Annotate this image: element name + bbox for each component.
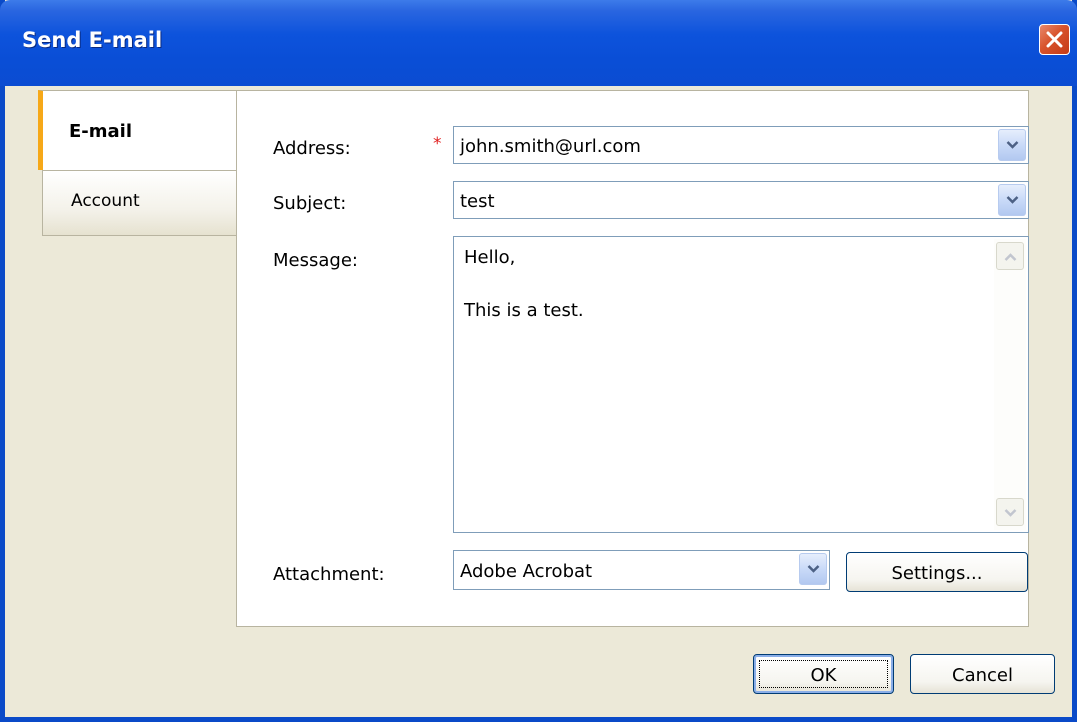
scroll-down-button[interactable] xyxy=(996,498,1024,526)
tab-email[interactable]: E-mail xyxy=(38,90,237,170)
address-label: Address: xyxy=(273,138,351,159)
tab-email-label: E-mail xyxy=(69,121,133,142)
settings-button[interactable]: Settings... xyxy=(846,552,1028,592)
scroll-up-arrow-icon xyxy=(1004,253,1017,261)
message-line: This is a test. xyxy=(464,300,584,321)
cancel-button[interactable]: Cancel xyxy=(910,654,1055,694)
message-label: Message: xyxy=(273,250,358,271)
subject-input[interactable]: test xyxy=(460,191,495,212)
tab-account-label: Account xyxy=(71,191,140,211)
chevron-down-icon xyxy=(807,565,820,573)
address-input[interactable]: john.smith@url.com xyxy=(460,136,641,157)
message-textarea[interactable]: Hello, This is a test. xyxy=(453,236,1029,533)
address-combobox[interactable]: john.smith@url.com xyxy=(453,126,1029,164)
message-line: Hello, xyxy=(464,247,516,268)
cancel-button-label: Cancel xyxy=(952,665,1013,686)
chevron-down-icon xyxy=(1006,196,1019,204)
address-dropdown-button[interactable] xyxy=(998,129,1026,161)
attachment-select[interactable]: Adobe Acrobat xyxy=(453,550,830,590)
title-bar[interactable]: Send E-mail xyxy=(0,0,1077,86)
required-marker: * xyxy=(433,134,442,154)
ok-button[interactable]: OK xyxy=(753,654,894,694)
attachment-dropdown-button[interactable] xyxy=(799,553,827,585)
subject-combobox[interactable]: test xyxy=(453,181,1029,219)
scroll-up-button[interactable] xyxy=(996,242,1024,270)
scroll-down-arrow-icon xyxy=(1004,509,1017,517)
close-button[interactable] xyxy=(1039,24,1070,55)
chevron-down-icon xyxy=(1006,141,1019,149)
settings-button-label: Settings... xyxy=(891,563,983,584)
attachment-value: Adobe Acrobat xyxy=(460,561,593,582)
subject-label: Subject: xyxy=(273,193,347,214)
tab-account[interactable]: Account xyxy=(42,170,237,236)
attachment-label: Attachment: xyxy=(273,564,385,585)
ok-button-label: OK xyxy=(810,665,837,686)
message-scrollbar[interactable] xyxy=(994,239,1026,530)
close-icon xyxy=(1046,31,1063,48)
subject-dropdown-button[interactable] xyxy=(998,184,1026,216)
window-title: Send E-mail xyxy=(22,28,163,52)
